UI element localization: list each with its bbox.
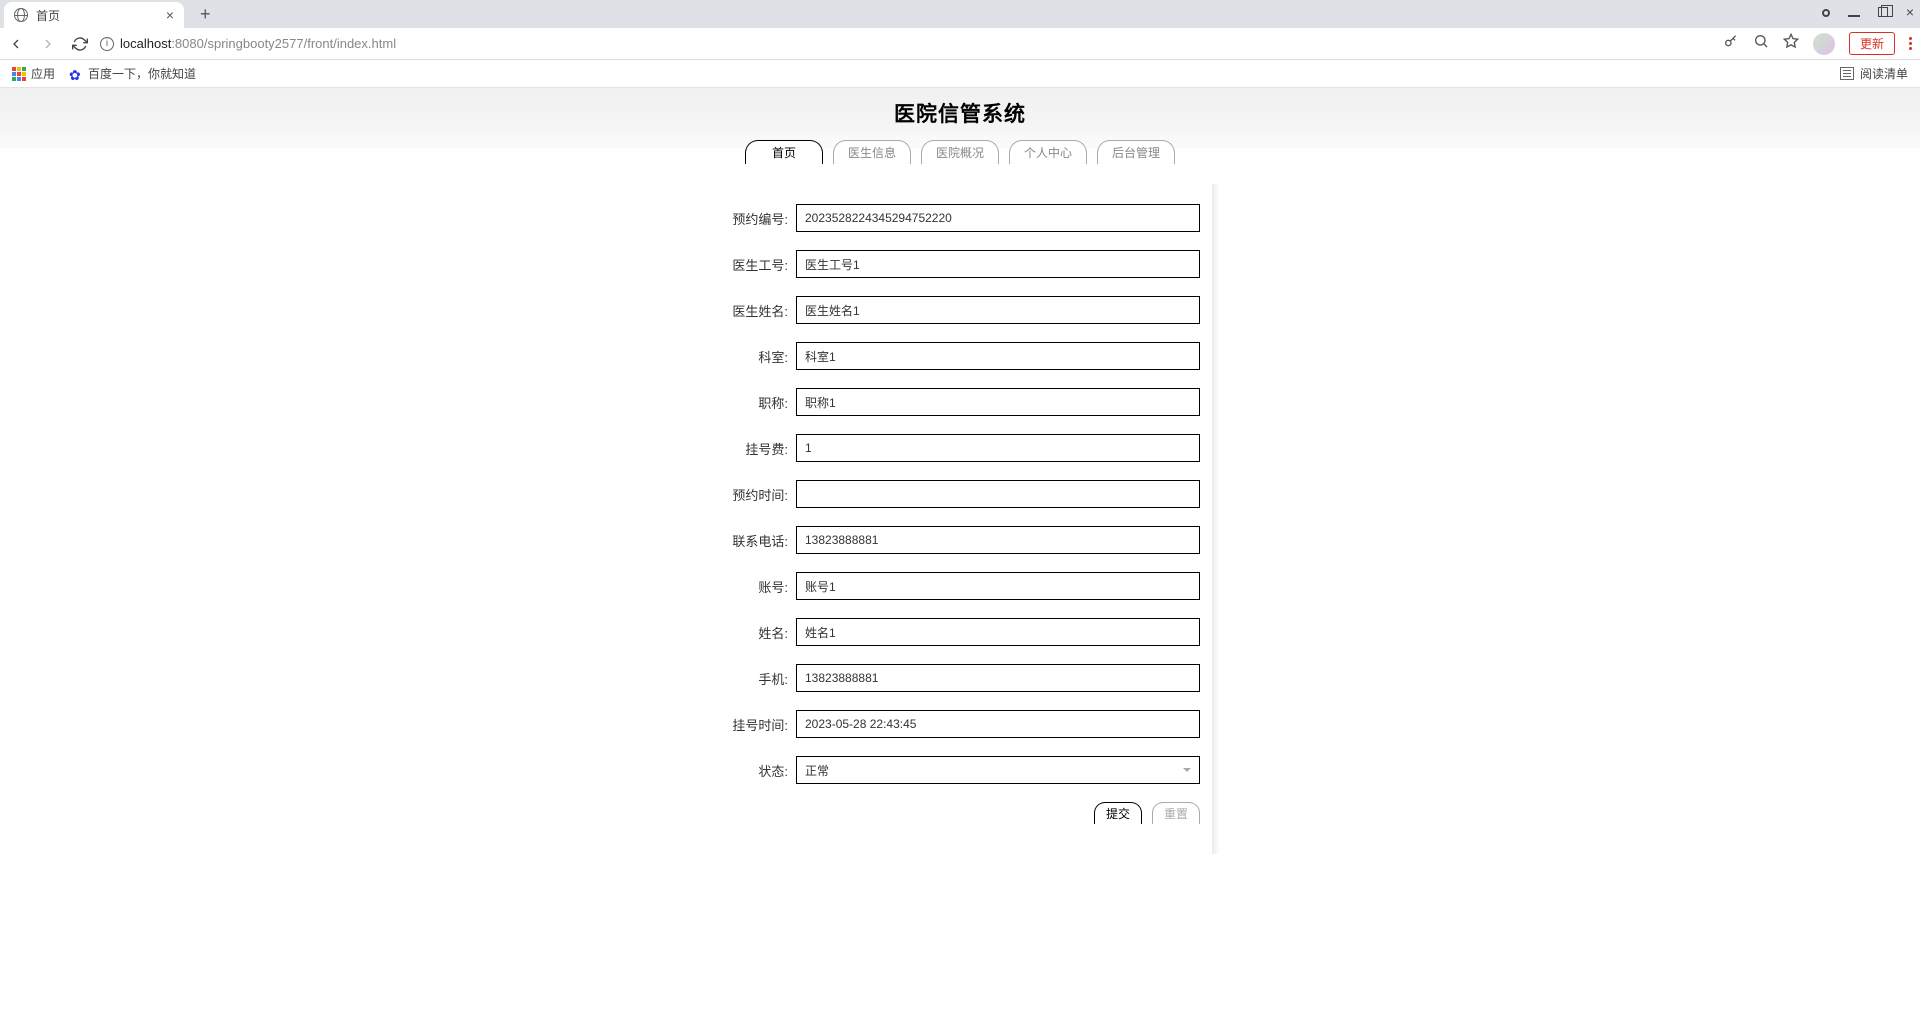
label: 预约编号 — [720, 209, 788, 228]
label: 挂号时间 — [720, 715, 788, 734]
field-doctor-id: 医生工号 — [720, 250, 1200, 278]
browser-user-icon[interactable] — [1822, 4, 1830, 20]
url-port: :8080 — [171, 36, 204, 51]
field-reg-fee: 挂号费 — [720, 434, 1200, 462]
apps-grid-icon — [12, 67, 26, 81]
bookmark-baidu[interactable]: ✿ 百度一下，你就知道 — [69, 65, 196, 82]
search-icon[interactable] — [1753, 33, 1769, 54]
submit-button[interactable]: 提交 — [1094, 802, 1142, 824]
bookmark-bar: 应用 ✿ 百度一下，你就知道 阅读清单 — [0, 60, 1920, 88]
browser-chrome: 首页 × + × i localhost:8080/springbooty257… — [0, 0, 1920, 88]
reset-button[interactable]: 重置 — [1152, 802, 1200, 824]
tab-hospital-overview[interactable]: 医院概况 — [921, 140, 999, 164]
status-value: 正常 — [805, 762, 829, 779]
bookmark-apps[interactable]: 应用 — [12, 65, 55, 82]
reload-icon[interactable] — [72, 36, 88, 52]
status-select[interactable]: 正常 — [796, 756, 1200, 784]
doctor-name-input[interactable] — [796, 296, 1200, 324]
label: 手机 — [720, 669, 788, 688]
close-tab-icon[interactable]: × — [166, 7, 174, 23]
field-title: 职称 — [720, 388, 1200, 416]
star-icon[interactable] — [1783, 33, 1799, 54]
address-bar-right: 更新 — [1723, 32, 1912, 55]
tab-doctor-info[interactable]: 医生信息 — [833, 140, 911, 164]
tab-title: 首页 — [36, 7, 158, 24]
back-icon[interactable] — [8, 36, 24, 52]
label: 状态 — [720, 761, 788, 780]
field-reg-time: 挂号时间 — [720, 710, 1200, 738]
profile-avatar-icon[interactable] — [1813, 33, 1835, 55]
page-content: 医院信管系统 首页 医生信息 医院概况 个人中心 后台管理 预约编号 医生工号 … — [0, 88, 1920, 1025]
field-mobile: 手机 — [720, 664, 1200, 692]
nav-icons — [8, 36, 88, 52]
reg-fee-input[interactable] — [796, 434, 1200, 462]
browser-tab[interactable]: 首页 × — [4, 2, 184, 28]
department-input[interactable] — [796, 342, 1200, 370]
url-host: localhost — [120, 36, 171, 51]
url-path: /springbooty2577/front/index.html — [204, 36, 396, 51]
mobile-input[interactable] — [796, 664, 1200, 692]
name-input[interactable] — [796, 618, 1200, 646]
globe-icon — [14, 8, 28, 22]
tab-home[interactable]: 首页 — [745, 140, 823, 164]
bookmark-baidu-label: 百度一下，你就知道 — [88, 65, 196, 82]
label: 姓名 — [720, 623, 788, 642]
label: 职称 — [720, 393, 788, 412]
maximize-icon[interactable] — [1878, 4, 1888, 20]
contact-phone-input[interactable] — [796, 526, 1200, 554]
field-status: 状态 正常 — [720, 756, 1200, 784]
field-appointment-no: 预约编号 — [720, 204, 1200, 232]
bookmark-reading-list[interactable]: 阅读清单 — [1840, 65, 1908, 82]
doctor-id-input[interactable] — [796, 250, 1200, 278]
tab-admin[interactable]: 后台管理 — [1097, 140, 1175, 164]
url-text: localhost:8080/springbooty2577/front/ind… — [120, 36, 396, 51]
address-bar: i localhost:8080/springbooty2577/front/i… — [0, 28, 1920, 60]
close-window-icon[interactable]: × — [1906, 4, 1914, 20]
key-icon[interactable] — [1723, 33, 1739, 54]
appointment-no-input[interactable] — [796, 204, 1200, 232]
minimize-icon[interactable] — [1848, 4, 1860, 20]
nav-tabs: 首页 医生信息 医院概况 个人中心 后台管理 — [0, 140, 1920, 164]
account-input[interactable] — [796, 572, 1200, 600]
reading-list-icon — [1840, 67, 1854, 80]
baidu-paw-icon: ✿ — [69, 67, 83, 81]
field-contact-phone: 联系电话 — [720, 526, 1200, 554]
appointment-time-input[interactable] — [796, 480, 1200, 508]
menu-icon[interactable] — [1909, 37, 1912, 50]
label: 医生姓名 — [720, 301, 788, 320]
label: 挂号费 — [720, 439, 788, 458]
url-box[interactable]: i localhost:8080/springbooty2577/front/i… — [100, 36, 1711, 51]
field-department: 科室 — [720, 342, 1200, 370]
label: 科室 — [720, 347, 788, 366]
title-input[interactable] — [796, 388, 1200, 416]
field-name: 姓名 — [720, 618, 1200, 646]
site-info-icon[interactable]: i — [100, 37, 114, 51]
form-panel: 预约编号 医生工号 医生姓名 科室 职称 挂号费 预约时间 联系电话 — [710, 184, 1210, 854]
field-doctor-name: 医生姓名 — [720, 296, 1200, 324]
page-banner: 医院信管系统 — [0, 88, 1920, 134]
forward-icon[interactable] — [40, 36, 56, 52]
field-account: 账号 — [720, 572, 1200, 600]
label: 联系电话 — [720, 531, 788, 550]
page-title: 医院信管系统 — [0, 98, 1920, 128]
tab-personal-center[interactable]: 个人中心 — [1009, 140, 1087, 164]
form-actions: 提交 重置 — [720, 802, 1200, 824]
update-button[interactable]: 更新 — [1849, 32, 1895, 55]
reg-time-input[interactable] — [796, 710, 1200, 738]
bookmark-apps-label: 应用 — [31, 65, 55, 82]
label: 预约时间 — [720, 485, 788, 504]
reading-list-label: 阅读清单 — [1860, 65, 1908, 82]
field-appointment-time: 预约时间 — [720, 480, 1200, 508]
label: 医生工号 — [720, 255, 788, 274]
new-tab-button[interactable]: + — [200, 4, 211, 25]
window-controls: × — [1822, 4, 1914, 20]
tab-bar: 首页 × + × — [0, 0, 1920, 28]
label: 账号 — [720, 577, 788, 596]
